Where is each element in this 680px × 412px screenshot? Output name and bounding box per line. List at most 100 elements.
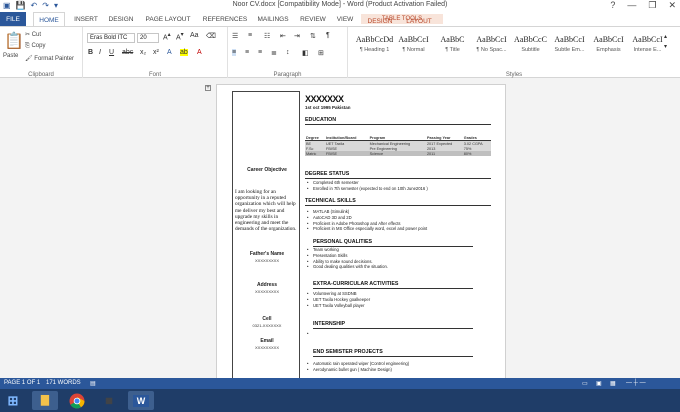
grow-font-icon[interactable]: A▴ bbox=[163, 32, 171, 41]
bold-icon[interactable]: B bbox=[88, 49, 93, 56]
show-marks-icon[interactable]: ¶ bbox=[326, 32, 330, 39]
web-layout-icon[interactable]: ▦ bbox=[610, 380, 616, 387]
taskbar: ⊞ ▇ ▦ W bbox=[0, 389, 680, 412]
tab-references[interactable]: REFERENCES bbox=[200, 12, 250, 26]
zoom-slider[interactable]: — ┼ — bbox=[626, 380, 646, 386]
sort-icon[interactable]: ⇅ bbox=[310, 32, 316, 40]
left-column: Career Objective I am looking for an opp… bbox=[232, 91, 300, 381]
list-item: Proficient in MS Office especially word,… bbox=[307, 226, 427, 232]
chrome-icon[interactable] bbox=[64, 391, 90, 410]
redo-icon[interactable]: ↷ bbox=[42, 1, 49, 11]
email-value: XXXXXXXXX bbox=[254, 345, 279, 350]
word-count[interactable]: 171 WORDS bbox=[46, 380, 81, 386]
education-table-body: BE UET Taxila Mechanical Engineering 2017 E… bbox=[305, 140, 491, 156]
help-button[interactable]: ? bbox=[610, 0, 615, 11]
shading-icon[interactable]: ◧ bbox=[302, 49, 309, 57]
technical-skills-heading: TECHNICAL SKILLS bbox=[305, 198, 491, 206]
tab-insert[interactable]: INSERT bbox=[70, 12, 102, 26]
list-item: UET Taxila Volleyball player bbox=[307, 303, 370, 309]
close-button[interactable]: ✕ bbox=[668, 0, 676, 11]
word-app-icon[interactable]: ▣ bbox=[3, 1, 11, 11]
table-row: Matric FBISE Science 2011 80% bbox=[305, 151, 491, 156]
format-painter-button[interactable]: 🖌 Format Painter bbox=[25, 55, 74, 62]
personal-qualities-list: Team workingPresentation SkillsAbility t… bbox=[307, 247, 388, 270]
minimize-button[interactable]: — bbox=[627, 0, 636, 11]
quick-access-toolbar: ▣ 💾 ↶ ↷ ▾ bbox=[3, 1, 58, 11]
increase-indent-icon[interactable]: ⇥ bbox=[294, 32, 300, 40]
career-objective-text: I am looking for an opportunity in a rep… bbox=[235, 189, 297, 233]
father-name-value: XXXXXXXXX bbox=[254, 258, 279, 263]
font-name-select[interactable]: Eras Bold ITC bbox=[87, 33, 135, 43]
line-spacing-icon[interactable]: ↕ bbox=[286, 49, 290, 56]
table-cell[interactable]: FBISE bbox=[325, 151, 369, 156]
taskbar-app-icon[interactable]: ▦ bbox=[96, 391, 122, 410]
bullets-icon[interactable]: ☰ bbox=[232, 32, 238, 40]
strikethrough-icon[interactable]: abc bbox=[122, 49, 133, 56]
clear-format-icon[interactable]: ⌫ bbox=[206, 32, 216, 40]
customize-qat-icon[interactable]: ▾ bbox=[54, 1, 58, 11]
copy-button[interactable]: ⎘ Copy bbox=[25, 43, 45, 50]
print-layout-icon[interactable]: ▣ bbox=[596, 380, 602, 387]
tab-home[interactable]: HOME bbox=[33, 12, 65, 26]
shrink-font-icon[interactable]: A▾ bbox=[176, 32, 184, 41]
undo-icon[interactable]: ↶ bbox=[31, 1, 38, 11]
underline-icon[interactable]: U bbox=[109, 49, 114, 56]
save-icon[interactable]: 💾 bbox=[16, 1, 26, 11]
tab-page-layout[interactable]: PAGE LAYOUT bbox=[142, 12, 194, 26]
tab-mailings[interactable]: MAILINGS bbox=[254, 12, 292, 26]
end-semester-projects-list: Automatic rain operated wiper (Control e… bbox=[307, 361, 409, 373]
font-size-select[interactable]: 20 bbox=[137, 33, 159, 43]
window-title: Noor CV.docx [Compatibility Mode] - Word… bbox=[232, 1, 448, 8]
table-cell[interactable]: 2011 bbox=[425, 151, 463, 156]
format-painter-label: Format Painter bbox=[34, 56, 74, 62]
email-label: Email bbox=[260, 338, 274, 344]
align-right-icon[interactable]: ≡ bbox=[258, 49, 262, 56]
styles-scroll-down-icon[interactable]: ▾ bbox=[664, 43, 667, 50]
decrease-indent-icon[interactable]: ⇤ bbox=[280, 32, 286, 40]
align-center-icon[interactable]: ≡ bbox=[245, 49, 249, 56]
cut-label: Cut bbox=[31, 32, 42, 38]
paragraph-group: ☰ ≡ ☷ ⇤ ⇥ ⇅ ¶ ≡ ≡ ≡ ≣ ↕ ◧ ⊞ Paragraph bbox=[228, 27, 348, 79]
restore-button[interactable]: ❐ bbox=[648, 0, 656, 11]
styles-scroll-up-icon[interactable]: ▴ bbox=[664, 33, 667, 40]
font-color-icon[interactable]: A bbox=[197, 49, 202, 56]
change-case-icon[interactable]: Aa bbox=[190, 32, 199, 39]
tab-review[interactable]: REVIEW bbox=[297, 12, 329, 26]
address-value: XXXXXXXXX bbox=[254, 289, 279, 294]
text-effects-icon[interactable]: A bbox=[167, 49, 172, 56]
word-taskbar-icon[interactable]: W bbox=[128, 391, 154, 410]
table-row: BE UET Taxila Mechanical Engineering 2017 E… bbox=[305, 140, 491, 146]
subscript-icon[interactable]: x₂ bbox=[140, 49, 146, 56]
cut-button[interactable]: ✂ Cut bbox=[25, 31, 41, 38]
document-page[interactable]: + Career Objective I am looking for an o… bbox=[205, 84, 506, 384]
read-mode-icon[interactable]: ▭ bbox=[582, 380, 588, 387]
paste-icon[interactable]: 📋 bbox=[4, 31, 24, 51]
file-explorer-icon[interactable]: ▇ bbox=[32, 391, 58, 410]
status-bar: PAGE 1 OF 1 171 WORDS ▤ ▭ ▣ ▦ — ┼ — bbox=[0, 378, 680, 389]
justify-icon[interactable]: ≣ bbox=[271, 49, 277, 57]
education-heading: EDUCATION bbox=[305, 117, 491, 125]
page-count[interactable]: PAGE 1 OF 1 bbox=[4, 380, 40, 386]
align-left-icon[interactable]: ≡ bbox=[232, 49, 237, 56]
table-move-handle-icon[interactable]: + bbox=[205, 85, 211, 91]
paste-button[interactable]: Paste bbox=[3, 53, 18, 59]
end-semester-projects-heading: END SEMISTER PROJECTS bbox=[313, 349, 473, 357]
table-cell[interactable]: 80% bbox=[462, 151, 491, 156]
table-cell[interactable]: Matric bbox=[305, 151, 326, 156]
tab-file[interactable]: FILE bbox=[0, 12, 26, 26]
tab-design[interactable]: DESIGN bbox=[106, 12, 136, 26]
start-button[interactable]: ⊞ bbox=[2, 391, 24, 410]
italic-icon[interactable]: I bbox=[99, 49, 101, 56]
proofing-icon[interactable]: ▤ bbox=[90, 380, 96, 387]
font-group: Eras Bold ITC 20 A▴ A▾ Aa ⌫ B I U abc x₂… bbox=[83, 27, 228, 79]
document-area: + Career Objective I am looking for an o… bbox=[0, 78, 680, 384]
multilevel-list-icon[interactable]: ☷ bbox=[264, 32, 270, 40]
table-cell[interactable]: Science bbox=[368, 151, 426, 156]
tab-view[interactable]: VIEW bbox=[333, 12, 357, 26]
numbering-icon[interactable]: ≡ bbox=[248, 32, 252, 39]
highlight-icon[interactable]: ab bbox=[180, 49, 188, 56]
superscript-icon[interactable]: x² bbox=[153, 49, 159, 56]
word-taskbar-label: W bbox=[132, 394, 150, 407]
address-label: Address bbox=[256, 282, 277, 288]
borders-icon[interactable]: ⊞ bbox=[318, 49, 324, 57]
